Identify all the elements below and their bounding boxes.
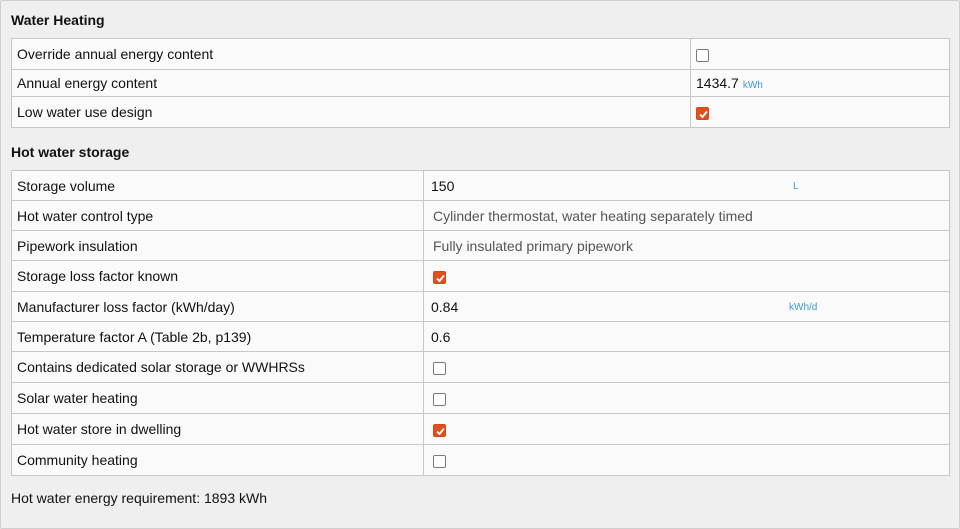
solar-storage-checkbox[interactable] <box>433 361 446 375</box>
check-icon <box>436 427 445 436</box>
solar-storage-cell <box>423 351 950 383</box>
table-row: Storage volume 150 L <box>11 170 950 201</box>
storage-volume-cell: 150 L <box>423 170 950 201</box>
override-energy-checkbox[interactable] <box>696 48 709 62</box>
row-label: Solar water heating <box>11 382 424 414</box>
row-label: Contains dedicated solar storage or WWHR… <box>11 351 424 383</box>
storage-loss-known-checkbox[interactable] <box>433 270 446 284</box>
storage-volume-input[interactable]: 150 <box>429 178 454 194</box>
water-heating-table: Override annual energy content Annual en… <box>11 38 950 128</box>
table-row: Storage loss factor known <box>11 260 950 292</box>
table-row: Pipework insulation Fully insulated prim… <box>11 230 950 261</box>
row-label: Hot water store in dwelling <box>11 413 424 445</box>
low-water-use-checkbox[interactable] <box>696 106 709 120</box>
override-energy-cell <box>690 38 950 70</box>
manufacturer-loss-cell: 0.84 kWh/d <box>423 291 950 322</box>
hot-water-requirement-text: Hot water energy requirement: 1893 kWh <box>11 490 268 506</box>
row-label: Hot water control type <box>11 200 424 231</box>
row-label: Annual energy content <box>11 69 691 97</box>
community-heating-cell <box>423 444 950 476</box>
annual-energy-unit: kWh <box>742 80 763 91</box>
pipework-cell: Fully insulated primary pipework <box>423 230 950 261</box>
table-row: Manufacturer loss factor (kWh/day) 0.84 … <box>11 291 950 322</box>
manufacturer-loss-input[interactable]: 0.84 <box>429 299 458 315</box>
table-row: Override annual energy content <box>11 38 950 70</box>
solar-water-heating-checkbox[interactable] <box>433 392 446 406</box>
table-row: Community heating <box>11 444 950 476</box>
table-row: Annual energy content 1434.7 kWh <box>11 69 950 97</box>
community-heating-checkbox[interactable] <box>433 454 446 468</box>
solar-heating-cell <box>423 382 950 414</box>
annual-energy-cell: 1434.7 kWh <box>690 69 950 97</box>
water-heating-title: Water Heating <box>11 12 105 28</box>
table-row: Hot water control type Cylinder thermost… <box>11 200 950 231</box>
low-water-cell <box>690 96 950 128</box>
row-label: Storage loss factor known <box>11 260 424 292</box>
row-label: Community heating <box>11 444 424 476</box>
hot-water-storage-table: Storage volume 150 L Hot water control t… <box>11 170 950 476</box>
table-row: Temperature factor A (Table 2b, p139) 0.… <box>11 321 950 352</box>
control-type-cell: Cylinder thermostat, water heating separ… <box>423 200 950 231</box>
row-label: Manufacturer loss factor (kWh/day) <box>11 291 424 322</box>
temperature-factor-input[interactable]: 0.6 <box>429 329 450 345</box>
hot-water-control-select[interactable]: Cylinder thermostat, water heating separ… <box>429 208 753 224</box>
pipework-insulation-select[interactable]: Fully insulated primary pipework <box>429 238 633 254</box>
row-label: Override annual energy content <box>11 38 691 70</box>
manufacturer-loss-unit: kWh/d <box>789 302 818 313</box>
check-icon <box>436 274 445 283</box>
temperature-factor-cell: 0.6 <box>423 321 950 352</box>
hot-water-storage-title: Hot water storage <box>11 144 130 160</box>
store-in-dwelling-cell <box>423 413 950 445</box>
check-icon <box>699 110 708 119</box>
row-label: Low water use design <box>11 96 691 128</box>
row-label: Storage volume <box>11 170 424 201</box>
table-row: Contains dedicated solar storage or WWHR… <box>11 351 950 383</box>
loss-factor-known-cell <box>423 260 950 292</box>
table-row: Hot water store in dwelling <box>11 413 950 445</box>
row-label: Pipework insulation <box>11 230 424 261</box>
annual-energy-value: 1434.7 <box>696 75 739 91</box>
table-row: Low water use design <box>11 96 950 128</box>
store-in-dwelling-checkbox[interactable] <box>433 423 446 437</box>
storage-volume-unit: L <box>793 181 799 192</box>
table-row: Solar water heating <box>11 382 950 414</box>
row-label: Temperature factor A (Table 2b, p139) <box>11 321 424 352</box>
